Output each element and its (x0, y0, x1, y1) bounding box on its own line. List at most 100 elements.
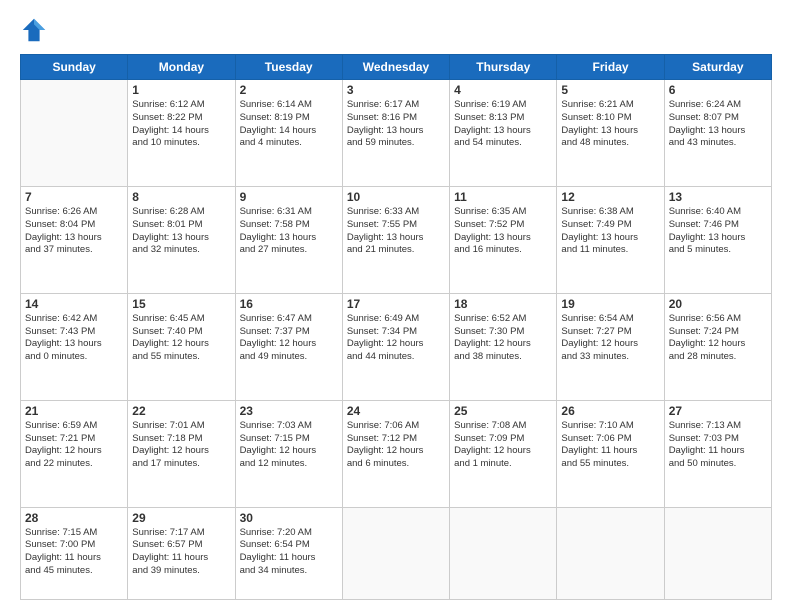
logo-icon (20, 16, 48, 44)
weekday-header-saturday: Saturday (664, 55, 771, 80)
day-number: 27 (669, 404, 767, 418)
day-number: 6 (669, 83, 767, 97)
calendar-cell: 7 Sunrise: 6:26 AM Sunset: 8:04 PM Daylig… (21, 186, 128, 293)
day-info: Sunrise: 6:28 AM Sunset: 8:01 PM Dayligh… (132, 206, 230, 257)
calendar-cell (557, 507, 664, 599)
calendar-cell: 28Sunrise: 7:15 AM Sunset: 7:00 PM Dayli… (21, 507, 128, 599)
day-info: Sunrise: 6:24 AM Sunset: 8:07 PM Dayligh… (669, 99, 767, 150)
weekday-header-row: SundayMondayTuesdayWednesdayThursdayFrid… (21, 55, 772, 80)
calendar-cell: 19 Sunrise: 6:54 AM Sunset: 7:27 PM Dayli… (557, 293, 664, 400)
day-number: 15 (132, 297, 230, 311)
day-info: Sunrise: 7:03 AM Sunset: 7:15 PM Dayligh… (240, 420, 338, 471)
day-info: Sunrise: 6:21 AM Sunset: 8:10 PM Dayligh… (561, 99, 659, 150)
calendar-cell: 30 Sunrise: 7:20 AM Sunset: 6:54 PM Dayli… (235, 507, 342, 599)
calendar-cell: 29 Sunrise: 7:17 AM Sunset: 6:57 PM Dayli… (128, 507, 235, 599)
weekday-header-thursday: Thursday (450, 55, 557, 80)
day-info: Sunrise: 6:42 AM Sunset: 7:43 PM Dayligh… (25, 313, 123, 364)
day-info: Sunrise: 7:06 AM Sunset: 7:12 PM Dayligh… (347, 420, 445, 471)
day-info: Sunrise: 7:10 AM Sunset: 7:06 PM Dayligh… (561, 420, 659, 471)
calendar-cell: 21 Sunrise: 6:59 AM Sunset: 7:21 PM Dayli… (21, 400, 128, 507)
calendar-cell: 20 Sunrise: 6:56 AM Sunset: 7:24 PM Dayli… (664, 293, 771, 400)
day-info: Sunrise: 6:38 AM Sunset: 7:49 PM Dayligh… (561, 206, 659, 257)
day-number: 13 (669, 190, 767, 204)
week-row-3: 14 Sunrise: 6:42 AM Sunset: 7:43 PM Dayli… (21, 293, 772, 400)
calendar-cell: 4Sunrise: 6:19 AM Sunset: 8:13 PM Daylig… (450, 80, 557, 187)
week-row-5: 28Sunrise: 7:15 AM Sunset: 7:00 PM Dayli… (21, 507, 772, 599)
day-info: Sunrise: 6:19 AM Sunset: 8:13 PM Dayligh… (454, 99, 552, 150)
day-info: Sunrise: 7:17 AM Sunset: 6:57 PM Dayligh… (132, 527, 230, 578)
day-info: Sunrise: 7:20 AM Sunset: 6:54 PM Dayligh… (240, 527, 338, 578)
calendar-cell (664, 507, 771, 599)
calendar-cell: 18 Sunrise: 6:52 AM Sunset: 7:30 PM Dayli… (450, 293, 557, 400)
calendar-cell: 23 Sunrise: 7:03 AM Sunset: 7:15 PM Dayli… (235, 400, 342, 507)
calendar-cell: 11 Sunrise: 6:35 AM Sunset: 7:52 PM Dayli… (450, 186, 557, 293)
day-info: Sunrise: 6:12 AM Sunset: 8:22 PM Dayligh… (132, 99, 230, 150)
day-number: 28 (25, 511, 123, 525)
day-number: 20 (669, 297, 767, 311)
day-number: 29 (132, 511, 230, 525)
calendar-cell: 9 Sunrise: 6:31 AM Sunset: 7:58 PM Daylig… (235, 186, 342, 293)
day-info: Sunrise: 6:35 AM Sunset: 7:52 PM Dayligh… (454, 206, 552, 257)
day-number: 10 (347, 190, 445, 204)
weekday-header-sunday: Sunday (21, 55, 128, 80)
calendar-cell: 16 Sunrise: 6:47 AM Sunset: 7:37 PM Dayli… (235, 293, 342, 400)
calendar-cell (21, 80, 128, 187)
day-number: 1 (132, 83, 230, 97)
day-number: 7 (25, 190, 123, 204)
day-number: 8 (132, 190, 230, 204)
day-info: Sunrise: 6:49 AM Sunset: 7:34 PM Dayligh… (347, 313, 445, 364)
calendar-cell: 10 Sunrise: 6:33 AM Sunset: 7:55 PM Dayli… (342, 186, 449, 293)
calendar-cell: 6 Sunrise: 6:24 AM Sunset: 8:07 PM Daylig… (664, 80, 771, 187)
week-row-1: 1 Sunrise: 6:12 AM Sunset: 8:22 PM Daylig… (21, 80, 772, 187)
day-info: Sunrise: 6:59 AM Sunset: 7:21 PM Dayligh… (25, 420, 123, 471)
weekday-header-monday: Monday (128, 55, 235, 80)
day-info: Sunrise: 6:33 AM Sunset: 7:55 PM Dayligh… (347, 206, 445, 257)
calendar-cell: 27 Sunrise: 7:13 AM Sunset: 7:03 PM Dayli… (664, 400, 771, 507)
calendar-cell: 8 Sunrise: 6:28 AM Sunset: 8:01 PM Daylig… (128, 186, 235, 293)
day-number: 24 (347, 404, 445, 418)
calendar-cell (342, 507, 449, 599)
day-info: Sunrise: 6:52 AM Sunset: 7:30 PM Dayligh… (454, 313, 552, 364)
day-info: Sunrise: 6:14 AM Sunset: 8:19 PM Dayligh… (240, 99, 338, 150)
calendar-table: SundayMondayTuesdayWednesdayThursdayFrid… (20, 54, 772, 600)
day-number: 14 (25, 297, 123, 311)
day-info: Sunrise: 6:31 AM Sunset: 7:58 PM Dayligh… (240, 206, 338, 257)
weekday-header-wednesday: Wednesday (342, 55, 449, 80)
calendar-cell: 12Sunrise: 6:38 AM Sunset: 7:49 PM Dayli… (557, 186, 664, 293)
logo (20, 16, 52, 44)
calendar-cell (450, 507, 557, 599)
day-info: Sunrise: 6:56 AM Sunset: 7:24 PM Dayligh… (669, 313, 767, 364)
day-number: 9 (240, 190, 338, 204)
day-info: Sunrise: 6:47 AM Sunset: 7:37 PM Dayligh… (240, 313, 338, 364)
calendar-cell: 17Sunrise: 6:49 AM Sunset: 7:34 PM Dayli… (342, 293, 449, 400)
day-info: Sunrise: 7:13 AM Sunset: 7:03 PM Dayligh… (669, 420, 767, 471)
calendar-cell: 5 Sunrise: 6:21 AM Sunset: 8:10 PM Daylig… (557, 80, 664, 187)
weekday-header-friday: Friday (557, 55, 664, 80)
day-number: 11 (454, 190, 552, 204)
day-number: 25 (454, 404, 552, 418)
weekday-header-tuesday: Tuesday (235, 55, 342, 80)
day-info: Sunrise: 6:26 AM Sunset: 8:04 PM Dayligh… (25, 206, 123, 257)
calendar-cell: 22 Sunrise: 7:01 AM Sunset: 7:18 PM Dayli… (128, 400, 235, 507)
day-number: 18 (454, 297, 552, 311)
calendar-cell: 24 Sunrise: 7:06 AM Sunset: 7:12 PM Dayli… (342, 400, 449, 507)
calendar-cell: 13Sunrise: 6:40 AM Sunset: 7:46 PM Dayli… (664, 186, 771, 293)
day-number: 23 (240, 404, 338, 418)
day-number: 16 (240, 297, 338, 311)
day-info: Sunrise: 6:54 AM Sunset: 7:27 PM Dayligh… (561, 313, 659, 364)
calendar-cell: 26Sunrise: 7:10 AM Sunset: 7:06 PM Dayli… (557, 400, 664, 507)
day-number: 2 (240, 83, 338, 97)
week-row-4: 21 Sunrise: 6:59 AM Sunset: 7:21 PM Dayli… (21, 400, 772, 507)
day-number: 3 (347, 83, 445, 97)
day-number: 19 (561, 297, 659, 311)
day-number: 5 (561, 83, 659, 97)
calendar-cell: 14 Sunrise: 6:42 AM Sunset: 7:43 PM Dayli… (21, 293, 128, 400)
day-number: 30 (240, 511, 338, 525)
day-number: 21 (25, 404, 123, 418)
day-info: Sunrise: 7:08 AM Sunset: 7:09 PM Dayligh… (454, 420, 552, 471)
day-info: Sunrise: 7:01 AM Sunset: 7:18 PM Dayligh… (132, 420, 230, 471)
day-number: 22 (132, 404, 230, 418)
calendar-cell: 15Sunrise: 6:45 AM Sunset: 7:40 PM Dayli… (128, 293, 235, 400)
header (20, 16, 772, 44)
calendar-cell: 1 Sunrise: 6:12 AM Sunset: 8:22 PM Daylig… (128, 80, 235, 187)
